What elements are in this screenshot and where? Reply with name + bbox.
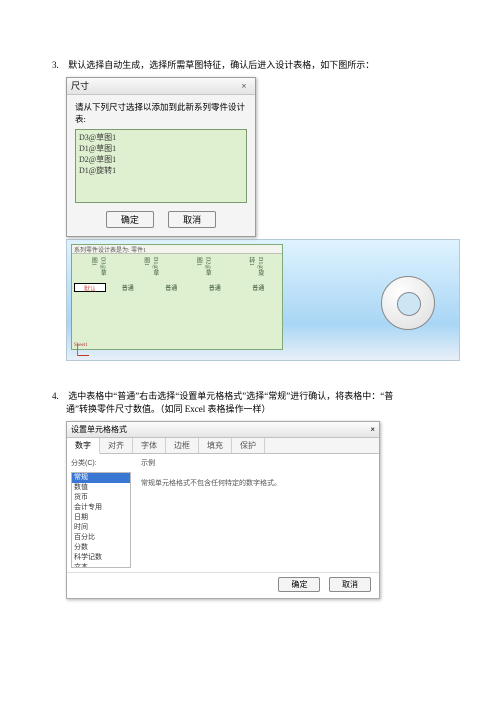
cad-viewport: 系列零件设计表是为: 零件1 D3@草图1 D1@草图1 D2@草图1 D1@旋… (66, 239, 460, 361)
part-3d-model (381, 276, 435, 330)
category-item[interactable]: 会计专用 (72, 503, 130, 513)
tab-number[interactable]: 数字 (67, 438, 100, 454)
category-item[interactable]: 百分比 (72, 533, 130, 543)
dialog-titlebar: 尺寸 × (67, 78, 255, 95)
table-cell[interactable]: 普通 (193, 283, 237, 292)
ok-button[interactable]: 确定 (106, 211, 154, 228)
sheet-title: 系列零件设计表是为: 零件1 (72, 245, 282, 254)
figure-step-3: 尺寸 × 请从下列尺寸选择以添加到此新系列零件设计表: D3@草图1 D1@草图… (66, 77, 460, 361)
step-3-number: 3. (52, 60, 66, 70)
format-cells-dialog: 设置单元格格式 × 数字 对齐 字体 边框 填充 保护 分类(C): 常规 数值… (66, 421, 380, 599)
step-3: 3. 默认选择自动生成，选择所需草图特征，确认后进入设计表格，如下图所示： (52, 58, 460, 71)
dimensions-listbox[interactable]: D3@草图1 D1@草图1 D2@草图1 D1@旋转1 (75, 129, 247, 203)
axis-triad-icon (77, 336, 97, 356)
cancel-button[interactable]: 取消 (168, 211, 216, 228)
list-item[interactable]: D2@草图1 (79, 154, 243, 165)
tab-protection[interactable]: 保护 (232, 438, 265, 453)
tab-fill[interactable]: 填充 (199, 438, 232, 453)
format-description: 常规单元格格式不包含任何特定的数字格式。 (141, 478, 373, 488)
category-item-general[interactable]: 常规 (72, 473, 130, 483)
row-label-cell[interactable]: 默认 (74, 283, 106, 292)
step-4-text-line2: 通”转换零件尺寸数值。（如同 Excel 表格操作一样） (66, 402, 460, 415)
tab-alignment[interactable]: 对齐 (100, 438, 133, 453)
col-header: D1@旋转1 (247, 257, 265, 279)
category-item[interactable]: 文本 (72, 563, 130, 568)
category-item[interactable]: 科学记数 (72, 553, 130, 563)
category-item[interactable]: 货币 (72, 493, 130, 503)
list-item[interactable]: D3@草图1 (79, 132, 243, 143)
close-icon[interactable]: × (237, 78, 251, 94)
table-cell[interactable]: 普通 (106, 283, 150, 292)
category-item[interactable]: 日期 (72, 513, 130, 523)
dialog-title: 尺寸 (71, 78, 89, 94)
sample-label: 示例 (141, 458, 373, 468)
col-header: D2@草图1 (194, 257, 212, 279)
category-listbox[interactable]: 常规 数值 货币 会计专用 日期 时间 百分比 分数 科学记数 文本 特殊 自定… (71, 472, 131, 568)
col-header: D3@草图1 (89, 257, 107, 279)
step-3-text: 默认选择自动生成，选择所需草图特征，确认后进入设计表格，如下图所示： (68, 60, 374, 70)
dialog-tabs: 数字 对齐 字体 边框 填充 保护 (67, 438, 379, 454)
table-row: 默认 普通 普通 普通 普通 (74, 283, 280, 292)
category-item[interactable]: 时间 (72, 523, 130, 533)
tab-font[interactable]: 字体 (133, 438, 166, 453)
category-item[interactable]: 分数 (72, 543, 130, 553)
step-4-text-line1: 选中表格中“普通”右击选择“设置单元格格式”选择“常规”进行确认，将表格中：“普 (68, 391, 393, 401)
cancel-button[interactable]: 取消 (329, 577, 371, 592)
dialog-prompt: 请从下列尺寸选择以添加到此新系列零件设计表: (75, 101, 247, 125)
design-table-sheet[interactable]: 系列零件设计表是为: 零件1 D3@草图1 D1@草图1 D2@草图1 D1@旋… (71, 244, 283, 350)
dimensions-dialog: 尺寸 × 请从下列尺寸选择以添加到此新系列零件设计表: D3@草图1 D1@草图… (66, 77, 256, 237)
step-4: 4. 选中表格中“普通”右击选择“设置单元格格式”选择“常规”进行确认，将表格中… (52, 389, 460, 415)
col-header: D1@草图1 (142, 257, 160, 279)
table-cell[interactable]: 普通 (237, 283, 281, 292)
list-item[interactable]: D1@草图1 (79, 143, 243, 154)
dialog-title: 设置单元格格式 (71, 422, 127, 437)
column-headers: D3@草图1 D1@草图1 D2@草图1 D1@旋转1 (72, 257, 282, 279)
dialog-titlebar: 设置单元格格式 × (67, 422, 379, 438)
category-item[interactable]: 数值 (72, 483, 130, 493)
close-icon[interactable]: × (370, 422, 375, 437)
ok-button[interactable]: 确定 (278, 577, 320, 592)
category-label: 分类(C): (71, 458, 135, 468)
step-4-number: 4. (52, 391, 66, 401)
list-item[interactable]: D1@旋转1 (79, 165, 243, 176)
table-cell[interactable]: 普通 (150, 283, 194, 292)
tab-border[interactable]: 边框 (166, 438, 199, 453)
